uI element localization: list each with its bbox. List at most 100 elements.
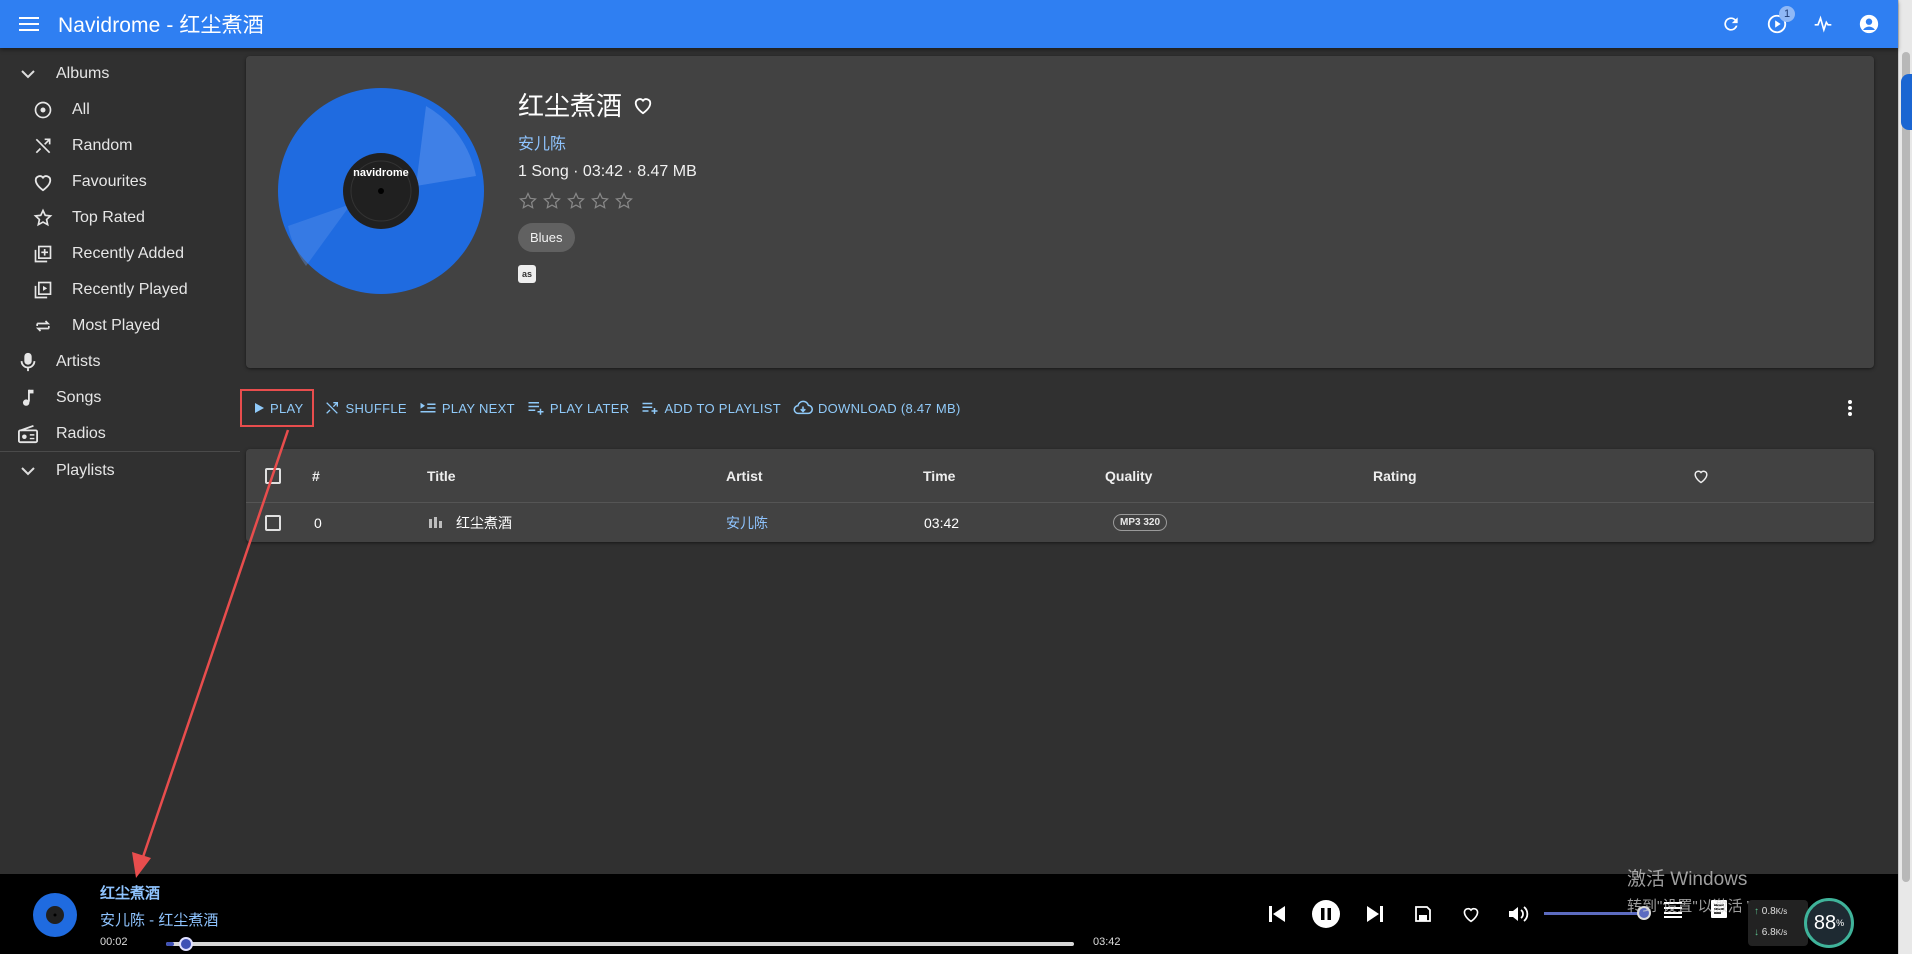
account-icon[interactable] bbox=[1854, 9, 1884, 39]
sidebar-item-songs[interactable]: Songs bbox=[0, 380, 240, 416]
sidebar-item-label: Top Rated bbox=[72, 209, 145, 226]
track-table: # Title Artist Time Quality Rating 0 红尘煮… bbox=[246, 449, 1874, 542]
love-track-icon[interactable] bbox=[1458, 901, 1484, 927]
shuffle-icon bbox=[326, 402, 339, 414]
video-library-icon bbox=[31, 278, 55, 302]
download-rate: 6.8 bbox=[1761, 927, 1776, 938]
now-playing-cover[interactable] bbox=[33, 893, 77, 937]
sidebar-playlists-toggle[interactable]: Playlists bbox=[0, 453, 240, 489]
sidebar-item-artists[interactable]: Artists bbox=[0, 344, 240, 380]
now-playing-title[interactable]: 红尘煮酒 bbox=[100, 882, 160, 903]
sidebar-item-recently-added[interactable]: Recently Added bbox=[0, 236, 240, 272]
sidebar-item-favourites[interactable]: Favourites bbox=[0, 164, 240, 200]
now-playing-bars-icon bbox=[429, 503, 442, 542]
download-unit: K/s bbox=[1775, 928, 1788, 937]
add-to-playlist-icon bbox=[642, 402, 658, 414]
header-time[interactable]: Time bbox=[923, 449, 955, 502]
album-info: 红尘煮酒 安儿陈 1 Song · 03:42 · 8.47 MB Blues … bbox=[518, 86, 697, 283]
album-artist-link[interactable]: 安儿陈 bbox=[518, 130, 697, 154]
add-to-playlist-button[interactable]: Add to Playlist bbox=[635, 391, 787, 425]
activity-icon[interactable] bbox=[1808, 9, 1838, 39]
header-number[interactable]: # bbox=[312, 449, 320, 502]
download-button[interactable]: Download (8.47 MB) bbox=[787, 391, 967, 425]
star-icon[interactable] bbox=[614, 191, 634, 211]
sidebar-item-label: Artists bbox=[56, 353, 101, 370]
previous-track-icon[interactable] bbox=[1264, 901, 1290, 927]
save-queue-icon[interactable] bbox=[1410, 901, 1436, 927]
header-love-icon[interactable] bbox=[1692, 449, 1710, 502]
shuffle-label: Shuffle bbox=[345, 400, 407, 416]
refresh-icon[interactable] bbox=[1716, 9, 1746, 39]
cpu-gauge: 88% bbox=[1804, 898, 1854, 948]
sidebar-item-radios[interactable]: Radios bbox=[0, 416, 240, 452]
play-queue-icon[interactable]: 1 bbox=[1762, 6, 1795, 39]
play-later-label: Play Later bbox=[549, 400, 630, 416]
next-track-icon[interactable] bbox=[1362, 901, 1388, 927]
play-button[interactable]: Play bbox=[240, 389, 315, 427]
sidebar-item-label: Radios bbox=[56, 425, 106, 442]
album-meta: 1 Song · 03:42 · 8.47 MB bbox=[518, 163, 697, 180]
sidebar-albums-label: Albums bbox=[56, 65, 110, 82]
browser-scrollbar[interactable] bbox=[1898, 0, 1912, 954]
volume-icon[interactable] bbox=[1506, 901, 1532, 927]
favorite-heart-icon[interactable] bbox=[632, 95, 654, 115]
sidebar-divider bbox=[0, 451, 240, 452]
play-next-label: Play Next bbox=[441, 400, 515, 416]
app-title: Navidrome - 红尘煮酒 bbox=[58, 14, 264, 37]
network-monitor-widget[interactable]: ↑ 0.8K/s ↓ 6.8K/s 88% bbox=[1748, 898, 1858, 948]
genre-chip[interactable]: Blues bbox=[518, 223, 575, 252]
rating-stars[interactable] bbox=[518, 191, 697, 211]
sidebar-item-most-played[interactable]: Most Played bbox=[0, 308, 240, 344]
player-bar: 红尘煮酒 安儿陈 - 红尘煮酒 00:02 03:42 bbox=[0, 874, 1898, 954]
star-icon[interactable] bbox=[518, 191, 538, 211]
network-rates: ↑ 0.8K/s ↓ 6.8K/s bbox=[1748, 900, 1808, 946]
sidebar-item-all[interactable]: All bbox=[0, 92, 240, 128]
queue-count-badge: 1 bbox=[1779, 6, 1795, 22]
music-note-icon bbox=[16, 386, 40, 410]
watermark-line1: 激活 Windows bbox=[1627, 869, 1748, 890]
sidebar-item-recently-played[interactable]: Recently Played bbox=[0, 272, 240, 308]
now-playing-subtitle: 安儿陈 - 红尘煮酒 bbox=[100, 912, 219, 929]
header-title[interactable]: Title bbox=[427, 449, 456, 502]
scrollbar-thumb[interactable] bbox=[1902, 52, 1910, 882]
progress-slider[interactable] bbox=[166, 937, 1074, 951]
pause-button[interactable] bbox=[1312, 900, 1340, 928]
table-row[interactable]: 0 红尘煮酒 安儿陈 03:42 MP3 320 bbox=[246, 503, 1874, 542]
row-quality: MP3 320 bbox=[1113, 503, 1168, 542]
sidebar-item-label: Songs bbox=[56, 389, 102, 406]
progress-fill bbox=[166, 942, 175, 946]
elapsed-time: 00:02 bbox=[100, 936, 128, 948]
header-rating[interactable]: Rating bbox=[1373, 449, 1417, 502]
upload-unit: K/s bbox=[1775, 907, 1788, 916]
progress-knob[interactable] bbox=[179, 937, 194, 951]
more-options-icon[interactable] bbox=[1838, 396, 1862, 420]
play-next-button[interactable]: Play Next bbox=[413, 391, 521, 425]
shuffle-button[interactable]: Shuffle bbox=[318, 391, 412, 425]
star-icon[interactable] bbox=[590, 191, 610, 211]
select-all-checkbox[interactable] bbox=[265, 449, 281, 502]
header-artist[interactable]: Artist bbox=[726, 449, 763, 502]
sidebar-item-random[interactable]: Random bbox=[0, 128, 240, 164]
star-icon bbox=[31, 206, 55, 230]
sidebar-item-label: Most Played bbox=[72, 317, 161, 334]
album-title: 红尘煮酒 bbox=[518, 91, 623, 121]
album-actions-toolbar: Play Shuffle Play Next Play Later Add to… bbox=[240, 389, 967, 427]
play-later-button[interactable]: Play Later bbox=[521, 391, 636, 425]
chevron-down-icon bbox=[16, 62, 40, 86]
menu-icon[interactable] bbox=[0, 0, 58, 48]
star-icon[interactable] bbox=[566, 191, 586, 211]
cover-logo-text: navidrome bbox=[353, 167, 409, 179]
play-icon bbox=[255, 403, 264, 413]
row-checkbox[interactable] bbox=[265, 503, 281, 542]
total-time: 03:42 bbox=[1093, 936, 1121, 948]
sidebar-item-top-rated[interactable]: Top Rated bbox=[0, 200, 240, 236]
star-icon[interactable] bbox=[542, 191, 562, 211]
playlist-add-icon bbox=[528, 402, 544, 415]
lastfm-icon[interactable]: as bbox=[518, 265, 536, 283]
sidebar-item-label: Recently Added bbox=[72, 245, 185, 262]
download-label: Download (8.47 MB) bbox=[817, 400, 961, 416]
sidebar-albums-toggle[interactable]: Albums bbox=[0, 56, 240, 92]
header-quality[interactable]: Quality bbox=[1105, 449, 1152, 502]
gauge-unit: % bbox=[1836, 918, 1845, 928]
row-artist-link[interactable]: 安儿陈 bbox=[726, 503, 768, 542]
